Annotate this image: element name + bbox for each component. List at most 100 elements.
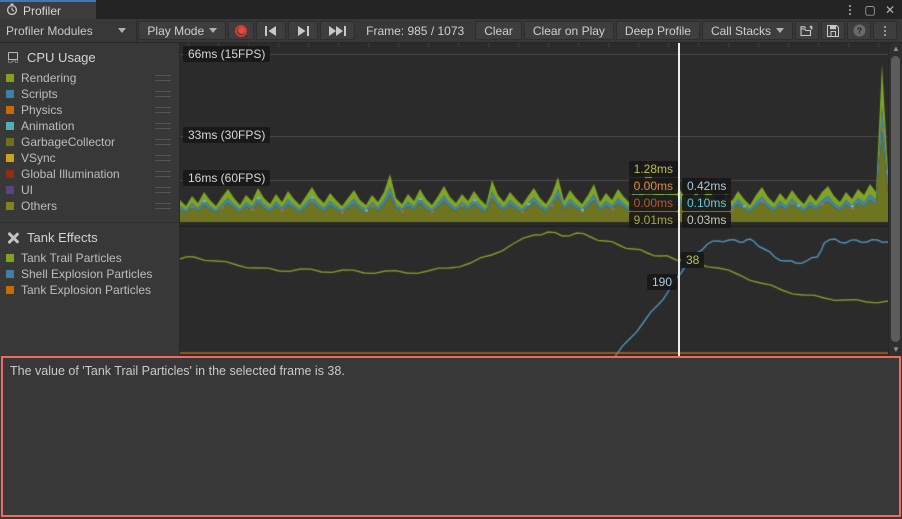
- shell-explosion-selected-value: 190: [647, 274, 677, 290]
- tank-trail-selected-value: 38: [681, 252, 704, 268]
- scroll-up-icon[interactable]: ▲: [889, 43, 902, 55]
- sidebar-item-scripts[interactable]: Scripts: [0, 86, 179, 102]
- save-profile-button[interactable]: [821, 21, 845, 40]
- legend-swatch: [6, 106, 14, 114]
- frame-counter: Frame: 985 / 1073: [357, 21, 473, 40]
- charts-area: 66ms (15FPS) 33ms (30FPS) 16ms (60FPS) 1…: [180, 43, 888, 356]
- skip-forward-icon: [329, 26, 346, 36]
- tank-effects-panel: [180, 225, 888, 356]
- cpu-usage-chart[interactable]: [180, 43, 888, 225]
- drag-handle-icon[interactable]: [155, 155, 171, 161]
- sidebar-item-global-illumination[interactable]: Global Illumination: [0, 166, 179, 182]
- tank-effects-icon: [6, 231, 20, 245]
- charts-scrollbar[interactable]: ▲ ▼: [888, 43, 902, 356]
- title-bar: Profiler ▢ ✕: [0, 0, 902, 19]
- tank-effects-chart[interactable]: [180, 227, 888, 356]
- sidebar-item-tank-explosion-particles[interactable]: Tank Explosion Particles: [0, 282, 179, 298]
- record-icon: [235, 25, 247, 37]
- legend-swatch: [6, 122, 14, 130]
- chevron-down-icon: [118, 28, 126, 33]
- legend-swatch: [6, 138, 14, 146]
- drag-handle-icon[interactable]: [155, 123, 171, 129]
- clear-button[interactable]: Clear: [475, 21, 522, 40]
- window-maximize-icon[interactable]: ▢: [860, 0, 880, 19]
- help-button[interactable]: ?: [847, 21, 871, 40]
- profiler-modules-sidebar: CPU CPU Usage Rendering Scripts Physics …: [0, 43, 180, 356]
- module-header-cpu-usage[interactable]: CPU CPU Usage: [0, 43, 179, 70]
- kebab-menu-icon: [884, 26, 886, 36]
- legend-swatch: [6, 170, 14, 178]
- sidebar-item-garbagecollector[interactable]: GarbageCollector: [0, 134, 179, 150]
- legend-swatch: [6, 154, 14, 162]
- profiler-modules-dropdown[interactable]: Profiler Modules: [0, 19, 137, 42]
- chevron-down-icon: [209, 28, 217, 33]
- drag-handle-icon[interactable]: [155, 187, 171, 193]
- step-forward-icon: [297, 26, 309, 36]
- module-title: CPU Usage: [27, 50, 96, 65]
- tooltip-gi-value: 0.00ms: [629, 195, 678, 211]
- next-frame-button[interactable]: [288, 21, 318, 40]
- drag-handle-icon[interactable]: [155, 203, 171, 209]
- tooltip-vsync-value: 0.03ms: [682, 212, 731, 228]
- load-profile-button[interactable]: [795, 21, 819, 40]
- selected-frame-line[interactable]: [678, 43, 680, 356]
- tooltip-rendering-value: 1.28ms: [629, 161, 678, 177]
- window-close-icon[interactable]: ✕: [880, 0, 900, 19]
- drag-handle-icon[interactable]: [155, 91, 171, 97]
- tab-title: Profiler: [23, 4, 61, 18]
- guide-label-33ms: 33ms (30FPS): [183, 127, 270, 143]
- sidebar-item-physics[interactable]: Physics: [0, 102, 179, 118]
- module-header-tank-effects[interactable]: Tank Effects: [0, 223, 179, 250]
- save-icon: [827, 25, 839, 37]
- cpu-usage-icon: CPU: [6, 51, 20, 65]
- scroll-down-icon[interactable]: ▼: [889, 344, 902, 356]
- svg-text:?: ?: [856, 25, 861, 35]
- call-stacks-dropdown[interactable]: Call Stacks: [702, 21, 793, 40]
- sidebar-item-tank-trail-particles[interactable]: Tank Trail Particles: [0, 250, 179, 266]
- module-title: Tank Effects: [27, 230, 98, 245]
- chevron-down-icon: [776, 28, 784, 33]
- profiler-window: Profiler ▢ ✕ Profiler Modules Play Mode: [0, 0, 902, 519]
- guide-label-66ms: 66ms (15FPS): [183, 46, 270, 62]
- legend-swatch: [6, 202, 14, 210]
- drag-handle-icon[interactable]: [155, 139, 171, 145]
- tooltip-animation-value: 0.10ms: [682, 195, 731, 211]
- clear-on-play-button[interactable]: Clear on Play: [524, 21, 614, 40]
- play-mode-dropdown[interactable]: Play Mode: [138, 21, 226, 40]
- sidebar-item-others[interactable]: Others: [0, 198, 179, 214]
- help-icon: ?: [853, 24, 866, 37]
- current-frame-button[interactable]: [320, 21, 355, 40]
- tab-profiler[interactable]: Profiler: [0, 0, 96, 19]
- guide-label-16ms: 16ms (60FPS): [183, 170, 270, 186]
- sidebar-item-vsync[interactable]: VSync: [0, 150, 179, 166]
- scrollbar-thumb[interactable]: [891, 56, 900, 342]
- details-message: The value of 'Tank Trail Particles' in t…: [10, 364, 345, 378]
- details-panel: The value of 'Tank Trail Particles' in t…: [1, 356, 901, 517]
- folder-open-icon: [800, 25, 814, 37]
- first-frame-button[interactable]: [256, 21, 286, 40]
- skip-back-icon: [265, 26, 277, 36]
- sidebar-item-rendering[interactable]: Rendering: [0, 70, 179, 86]
- deep-profile-button[interactable]: Deep Profile: [616, 21, 700, 40]
- sidebar-item-ui[interactable]: UI: [0, 182, 179, 198]
- legend-swatch: [6, 90, 14, 98]
- sidebar-item-shell-explosion-particles[interactable]: Shell Explosion Particles: [0, 266, 179, 282]
- drag-handle-icon[interactable]: [155, 171, 171, 177]
- legend-swatch: [6, 270, 14, 278]
- tooltip-physics-value: 0.00ms: [629, 178, 678, 194]
- record-button[interactable]: [228, 21, 254, 40]
- toolbar: Profiler Modules Play Mode Frame: 985 / …: [0, 19, 902, 43]
- profiler-clock-icon: [6, 3, 18, 18]
- drag-handle-icon[interactable]: [155, 107, 171, 113]
- tooltip-others-value: 9.01ms: [629, 212, 678, 228]
- legend-swatch: [6, 286, 14, 294]
- legend-swatch: [6, 254, 14, 262]
- legend-swatch: [6, 186, 14, 194]
- drag-handle-icon[interactable]: [155, 75, 171, 81]
- tooltip-scripts-value: 0.42ms: [682, 178, 731, 194]
- window-menu-icon[interactable]: [840, 0, 860, 19]
- sidebar-item-animation[interactable]: Animation: [0, 118, 179, 134]
- toolbar-menu-button[interactable]: [873, 21, 897, 40]
- legend-swatch: [6, 74, 14, 82]
- play-mode-label: Play Mode: [147, 24, 204, 38]
